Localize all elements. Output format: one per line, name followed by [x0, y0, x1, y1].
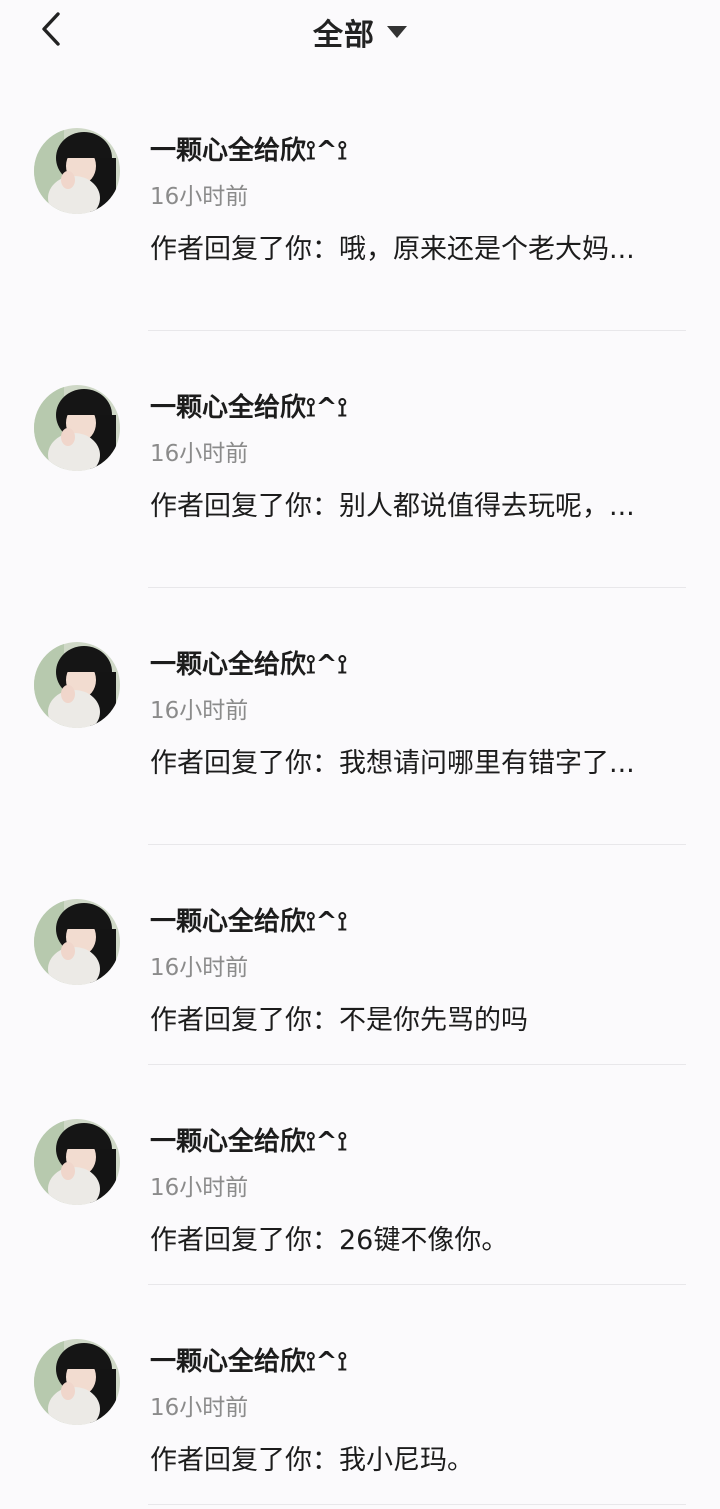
reply-text[interactable]: 作者回复了你：我想请问哪里有错字了...: [150, 743, 660, 784]
caret-down-icon: [387, 26, 407, 38]
divider: [148, 1064, 686, 1065]
divider: [148, 330, 686, 331]
avatar[interactable]: [34, 385, 120, 471]
timestamp: 16小时前: [150, 698, 249, 724]
reply-text[interactable]: 作者回复了你：别人都说值得去玩呢，...: [150, 486, 660, 527]
filter-dropdown[interactable]: 全部: [0, 10, 720, 54]
username[interactable]: 一颗心全给欣⟟^⟟: [150, 1341, 347, 1378]
timestamp: 16小时前: [150, 1175, 249, 1201]
avatar[interactable]: [34, 1119, 120, 1205]
timestamp: 16小时前: [150, 1395, 249, 1421]
username[interactable]: 一颗心全给欣⟟^⟟: [150, 1121, 347, 1158]
avatar-image: [34, 899, 120, 985]
username[interactable]: 一颗心全给欣⟟^⟟: [150, 901, 347, 938]
reply-text[interactable]: 作者回复了你：26键不像你。: [150, 1220, 660, 1261]
divider: [148, 1284, 686, 1285]
avatar[interactable]: [34, 1339, 120, 1425]
timestamp: 16小时前: [150, 441, 249, 467]
avatar-image: [34, 385, 120, 471]
divider: [148, 844, 686, 845]
reply-text[interactable]: 作者回复了你：不是你先骂的吗: [150, 1000, 660, 1041]
reply-text[interactable]: 作者回复了你：哦，原来还是个老大妈...: [150, 229, 660, 270]
page-title: 全部: [313, 18, 375, 53]
top-bar: 全部: [0, 0, 720, 62]
avatar[interactable]: [34, 899, 120, 985]
username[interactable]: 一颗心全给欣⟟^⟟: [150, 387, 347, 424]
timestamp: 16小时前: [150, 184, 249, 210]
avatar-image: [34, 128, 120, 214]
divider: [148, 587, 686, 588]
avatar[interactable]: [34, 128, 120, 214]
avatar[interactable]: [34, 642, 120, 728]
reply-text[interactable]: 作者回复了你：我小尼玛。: [150, 1440, 660, 1481]
avatar-image: [34, 1339, 120, 1425]
username[interactable]: 一颗心全给欣⟟^⟟: [150, 644, 347, 681]
timestamp: 16小时前: [150, 955, 249, 981]
username[interactable]: 一颗心全给欣⟟^⟟: [150, 130, 347, 167]
divider: [148, 1504, 686, 1505]
avatar-image: [34, 642, 120, 728]
avatar-image: [34, 1119, 120, 1205]
